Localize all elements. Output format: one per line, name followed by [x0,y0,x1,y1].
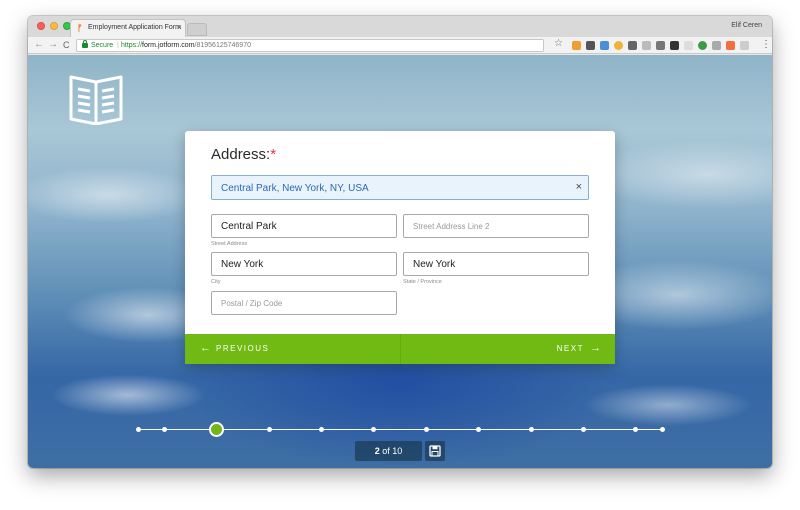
next-label: NEXT [556,344,584,353]
back-button[interactable]: ← [34,39,44,51]
secure-label: Secure [91,42,114,49]
extension-icon[interactable] [740,41,749,50]
address-lookup-value: Central Park, New York, NY, USA [221,183,369,194]
city-sublabel: City [211,279,221,285]
browser-menu-icon[interactable]: ⋮ [761,39,771,50]
progress-step[interactable] [659,427,665,432]
url-separator: | [117,42,119,49]
tab-strip: ᚠ Employment Application Form × Elif Cer… [28,16,772,37]
extension-icon[interactable] [698,41,707,50]
extension-icon[interactable] [600,41,609,50]
extension-icon[interactable] [712,41,721,50]
street-address-value: Central Park [221,221,277,232]
bookmark-star-icon[interactable]: ☆ [554,38,563,49]
extension-icon[interactable] [628,41,637,50]
progress-step[interactable] [371,427,377,432]
arrow-right-icon: → [590,342,601,354]
reload-button[interactable]: C [63,39,70,51]
progress-step[interactable] [135,427,141,432]
street-address-sublabel: Street Address [211,241,248,247]
extension-icon[interactable] [586,41,595,50]
previous-button[interactable]: ← PREVIOUS [185,334,400,364]
close-window-button[interactable] [37,22,45,30]
street-address-line2-input[interactable]: Street Address Line 2 [403,214,589,238]
next-button[interactable]: NEXT → [401,334,615,364]
clear-icon[interactable]: × [576,181,582,193]
new-tab-button[interactable] [187,23,207,36]
state-input[interactable]: New York [403,252,589,276]
arrow-left-icon: ← [200,342,211,354]
progress-step[interactable] [528,427,534,432]
city-value: New York [221,259,264,270]
progress-step[interactable] [318,427,324,432]
extension-icon[interactable] [726,41,735,50]
city-input[interactable]: New York [211,252,397,276]
progress-step[interactable] [476,427,482,432]
forward-button[interactable]: → [48,39,58,51]
form-logo-book-icon [69,75,123,125]
street-address-line2-placeholder: Street Address Line 2 [413,222,490,231]
save-icon[interactable] [425,441,445,461]
progress-step-current[interactable] [209,422,225,437]
address-lookup-input[interactable]: Central Park, New York, NY, USA × [211,175,589,200]
required-asterisk: * [270,146,277,163]
extension-icon[interactable] [684,41,693,50]
browser-tab[interactable]: ᚠ Employment Application Form × [70,19,186,37]
extension-icon[interactable] [614,41,623,50]
progress-step[interactable] [580,427,586,432]
extension-icon[interactable] [670,41,679,50]
lock-icon [82,40,88,48]
progress-step[interactable] [266,427,272,432]
jotform-favicon-icon: ᚠ [77,23,83,33]
street-address-input[interactable]: Central Park [211,214,397,238]
state-sublabel: State / Province [403,279,442,285]
extension-icon[interactable] [572,41,581,50]
previous-label: PREVIOUS [216,344,270,353]
progress-step[interactable] [161,427,167,432]
progress-step[interactable] [423,427,429,432]
url-text: https://form.jotform.com/81956125746970 [121,42,251,49]
browser-toolbar: ← → C Secure | https://form.jotform.com/… [28,37,772,54]
page-background: Address:* Central Park, New York, NY, US… [28,55,772,468]
tab-title: Employment Application Form [88,24,181,31]
extension-icon[interactable] [656,41,665,50]
postal-code-input[interactable]: Postal / Zip Code [211,291,397,315]
extension-icon[interactable] [642,41,651,50]
profile-name[interactable]: Elif Ceren [731,22,762,29]
form-card: Address:* Central Park, New York, NY, US… [185,131,615,364]
postal-code-placeholder: Postal / Zip Code [221,299,283,308]
state-value: New York [413,259,456,270]
page-counter: 2 of 10 [355,441,422,461]
tab-close-icon[interactable]: × [177,23,182,32]
browser-window: ᚠ Employment Application Form × Elif Cer… [28,16,772,468]
navigation-button-bar: ← PREVIOUS NEXT → [185,334,615,364]
progress-step[interactable] [633,427,639,432]
minimize-window-button[interactable] [50,22,58,30]
question-label: Address:* [211,146,277,163]
address-bar[interactable]: Secure | https://form.jotform.com/819561… [76,39,544,52]
